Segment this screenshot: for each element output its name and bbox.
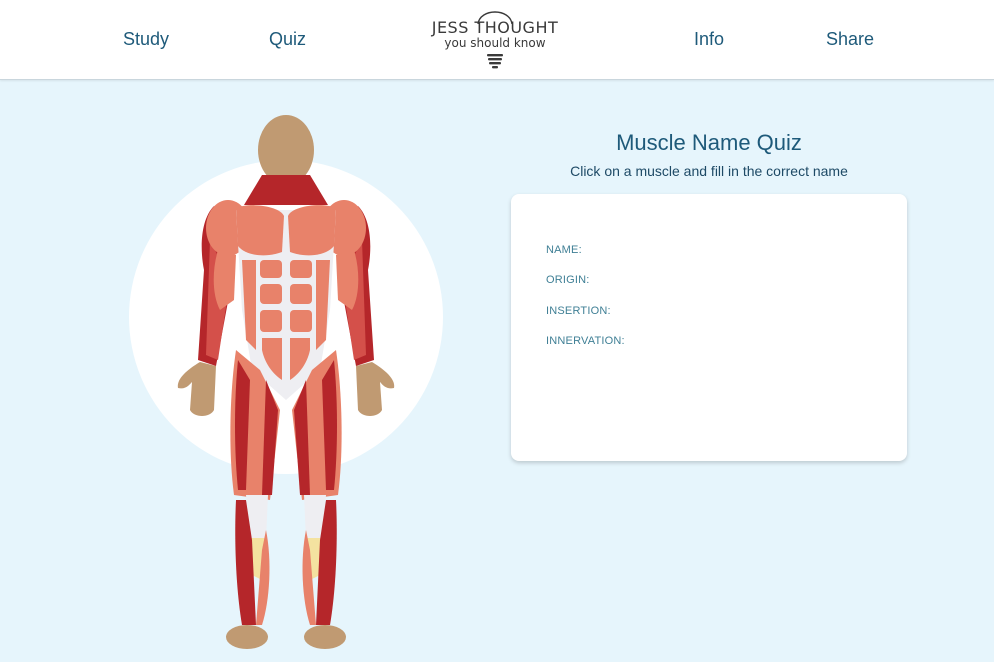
site-logo[interactable]: JESS THOUGHT you should know (430, 4, 560, 72)
nav-study-link[interactable]: Study (123, 29, 169, 50)
right-hand (356, 362, 395, 416)
left-foot (226, 625, 268, 649)
nav-info-link[interactable]: Info (694, 29, 724, 50)
right-foot (304, 625, 346, 649)
top-navigation-bar: Study Quiz JESS THOUGHT you should know … (0, 0, 994, 80)
origin-field-label: ORIGIN: (546, 274, 590, 286)
logo-tagline: you should know (444, 36, 546, 50)
nav-share-link[interactable]: Share (826, 29, 874, 50)
quiz-title: Muscle Name Quiz (616, 130, 802, 155)
logo-title: JESS THOUGHT (431, 18, 559, 37)
left-pectoral-muscle[interactable] (236, 205, 284, 256)
left-biceps-muscle[interactable] (213, 250, 236, 310)
lightbulb-base-icon (487, 54, 503, 69)
muscle-body-diagram[interactable] (170, 110, 402, 655)
quiz-answer-card: NAME: ORIGIN: INSERTION: INNERVATION: (511, 194, 907, 461)
quiz-instructions: Click on a muscle and fill in the correc… (570, 163, 848, 179)
right-biceps-muscle[interactable] (336, 250, 359, 310)
innervation-field-label: INNERVATION: (546, 335, 625, 347)
head (258, 115, 314, 185)
name-field-label: NAME: (546, 244, 582, 256)
right-pectoral-muscle[interactable] (288, 205, 336, 256)
left-hand (177, 362, 216, 416)
trapezius-muscle[interactable] (244, 175, 328, 205)
nav-quiz-link[interactable]: Quiz (269, 29, 306, 50)
insertion-field-label: INSERTION: (546, 305, 611, 317)
